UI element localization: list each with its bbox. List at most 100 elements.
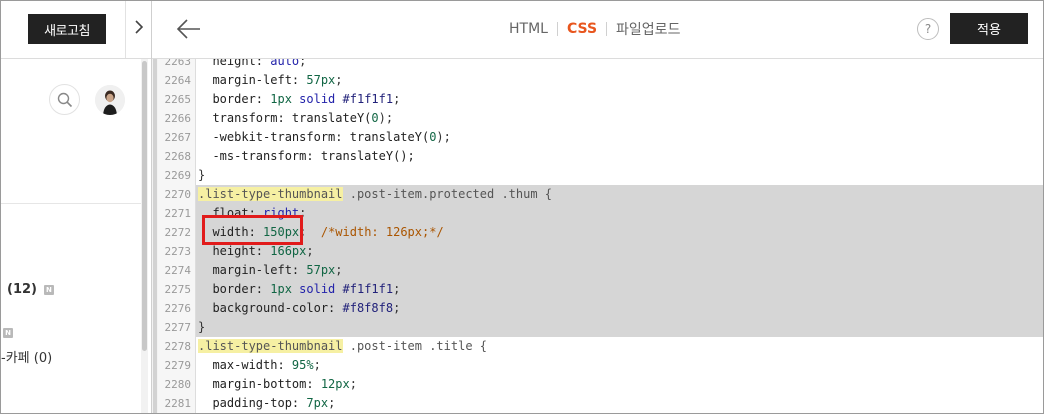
code-token: border: — [198, 282, 271, 296]
tab-file-upload[interactable]: 파일업로드 — [616, 19, 680, 39]
avatar[interactable] — [95, 85, 125, 115]
line-number: 2280 — [164, 378, 192, 391]
code-token: height: — [198, 244, 271, 258]
code-text: margin-left: 57px; — [196, 71, 1043, 90]
code-line[interactable]: 2276 background-color: #f8f8f8; — [165, 299, 1043, 318]
code-line[interactable]: 2265 border: 1px solid #f1f1f1; — [165, 90, 1043, 109]
left-divider — [1, 203, 141, 204]
code-token: ); — [378, 111, 394, 125]
code-line[interactable]: 2274 margin-left: 57px; — [165, 261, 1043, 280]
code-text: .list-type-thumbnail .post-item.protecte… — [196, 185, 1043, 204]
code-token: 95% — [291, 358, 314, 372]
line-number: 2269 — [164, 169, 192, 182]
category-count: (12) — [7, 282, 37, 297]
help-icon[interactable]: ? — [917, 18, 939, 40]
code-text: height: auto; — [196, 59, 1043, 71]
tab-html[interactable]: HTML — [509, 21, 548, 37]
chevron-right-icon[interactable] — [132, 17, 146, 37]
code-token: -webkit-transform: translateY( — [198, 130, 430, 144]
code-text: -webkit-transform: translateY(0); — [196, 128, 1043, 147]
line-number: 2272 — [164, 226, 192, 239]
code-line[interactable]: 2263 height: auto; — [165, 59, 1043, 71]
code-token: margin-left: — [198, 263, 307, 277]
tab-divider — [606, 22, 608, 36]
line-number: 2268 — [164, 150, 192, 163]
code-token: solid — [291, 282, 343, 296]
code-token: .post-item.protected .thum { — [342, 187, 553, 201]
code-token: height: — [198, 59, 271, 68]
left-scrollbar-thumb[interactable] — [142, 61, 147, 351]
code-line[interactable]: 2267 -webkit-transform: translateY(0); — [165, 128, 1043, 147]
code-token: } — [198, 320, 206, 334]
code-token: #f8f8f8 — [342, 301, 394, 315]
apply-button[interactable]: 적용 — [950, 13, 1028, 44]
code-line[interactable]: 2270 .list-type-thumbnail .post-item.prot… — [165, 185, 1043, 204]
code-line[interactable]: 2280 margin-bottom: 12px; — [165, 375, 1043, 394]
refresh-button[interactable]: 새로고침 — [28, 14, 106, 44]
code-token: 1px — [270, 92, 292, 106]
left-toolbar: 새로고침 — [1, 1, 151, 59]
code-text: background-color: #f8f8f8; — [196, 299, 1043, 318]
code-token: ; — [328, 396, 336, 410]
code-lines: 2263 height: auto; 2264 margin-left: 57px… — [165, 59, 1043, 413]
left-panel: 새로고침 (12) N N -카페 (0) — [1, 1, 151, 413]
code-line[interactable]: 2271 float: right; — [165, 204, 1043, 223]
category-item[interactable]: -카페 (0) — [1, 347, 52, 366]
line-number: 2276 — [164, 302, 192, 315]
code-token: .list-type-thumbnail — [198, 187, 343, 201]
code-token: background-color: — [198, 301, 343, 315]
line-number: 2264 — [164, 74, 192, 87]
code-line[interactable]: 2266 transform: translateY(0); — [165, 109, 1043, 128]
tab-css[interactable]: CSS — [567, 21, 597, 37]
line-number: 2275 — [164, 283, 192, 296]
code-line[interactable]: 2281 padding-top: 7px; — [165, 394, 1043, 413]
code-token: margin-left: — [198, 73, 307, 87]
code-token: ; — [349, 377, 357, 391]
code-text: float: right; — [196, 204, 1043, 223]
tab-divider — [556, 22, 558, 36]
code-line[interactable]: 2275 border: 1px solid #f1f1f1; — [165, 280, 1043, 299]
line-number: 2263 — [164, 59, 192, 68]
code-text: transform: translateY(0); — [196, 109, 1043, 128]
annotation-highlight-box — [202, 215, 303, 245]
code-token: solid — [291, 92, 343, 106]
code-token: .post-item .title { — [342, 339, 487, 353]
code-line[interactable]: 2272 width: 150px; /*width: 126px;*/ — [165, 223, 1043, 242]
code-line[interactable]: 2273 height: 166px; — [165, 242, 1043, 261]
left-scrollbar[interactable] — [141, 59, 148, 413]
code-text: margin-left: 57px; — [196, 261, 1043, 280]
code-token: ; — [393, 282, 401, 296]
code-line[interactable]: 2269} — [165, 166, 1043, 185]
code-token: .list-type-thumbnail — [198, 339, 343, 353]
code-text: } — [196, 166, 1043, 185]
code-token: ; — [335, 263, 343, 277]
code-text: .list-type-thumbnail .post-item .title { — [196, 337, 1043, 356]
code-token: 166px — [270, 244, 307, 258]
code-line[interactable]: 2278 .list-type-thumbnail .post-item .tit… — [165, 337, 1043, 356]
code-text: width: 150px; /*width: 126px;*/ — [196, 223, 1043, 242]
code-line[interactable]: 2279 max-width: 95%; — [165, 356, 1043, 375]
line-number: 2265 — [164, 93, 192, 106]
category-item[interactable]: (12) N — [7, 282, 54, 297]
editor-header: HTML CSS 파일업로드 ? 적용 — [152, 1, 1043, 59]
line-number: 2278 — [164, 340, 192, 353]
line-number: 2279 — [164, 359, 192, 372]
code-line[interactable]: 2264 margin-left: 57px; — [165, 71, 1043, 90]
code-token: border: — [198, 92, 271, 106]
new-badge: N — [43, 284, 54, 295]
code-line[interactable]: 2268 -ms-transform: translateY(); — [165, 147, 1043, 166]
code-token: ; — [335, 73, 343, 87]
code-token: ; — [313, 358, 321, 372]
code-line[interactable]: 2277} — [165, 318, 1043, 337]
line-number: 2266 — [164, 112, 192, 125]
code-token: 12px — [320, 377, 350, 391]
line-number: 2271 — [164, 207, 192, 220]
code-token: #f1f1f1 — [342, 282, 394, 296]
search-icon[interactable] — [49, 84, 80, 115]
back-arrow-icon[interactable] — [176, 17, 202, 41]
code-token: 57px — [306, 73, 336, 87]
code-token: 7px — [306, 396, 329, 410]
category-item[interactable]: N — [3, 320, 13, 339]
code-token: 0 — [371, 111, 379, 125]
code-token: margin-bottom: — [198, 377, 321, 391]
